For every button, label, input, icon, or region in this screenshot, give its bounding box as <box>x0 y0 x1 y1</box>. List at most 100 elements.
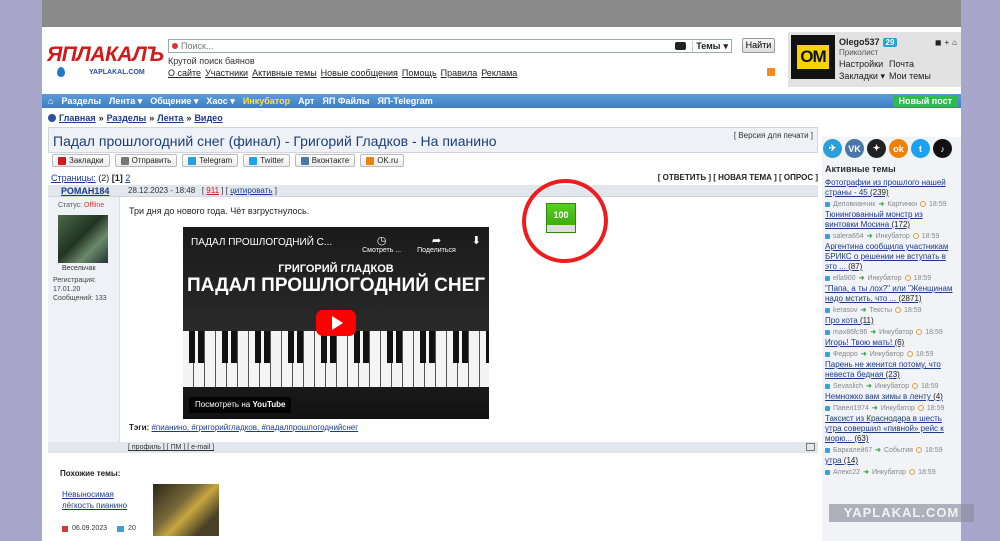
link-mail[interactable]: Почта <box>889 59 939 69</box>
topic-actions[interactable]: [ ОТВЕТИТЬ ] [ НОВАЯ ТЕМА ] [ ОПРОС ] <box>658 173 818 182</box>
crumb-sections[interactable]: Разделы <box>107 113 147 123</box>
link-bookmarks[interactable]: Закладки ▾ <box>839 71 889 82</box>
camera-icon[interactable] <box>675 42 687 50</box>
search-scope-select[interactable]: Темы ▾ <box>692 40 731 52</box>
nav-sections[interactable]: Разделы <box>61 96 101 106</box>
topic-user[interactable]: Федоро <box>833 351 858 358</box>
post-footer-links[interactable]: [ профиль ] [ ПМ ] [ e-mail ] <box>128 444 214 451</box>
topic-section[interactable]: Инкубатор <box>881 405 915 412</box>
site-logo[interactable]: ЯПЛАКАЛЪ YAPLAKAL.COM <box>47 43 164 77</box>
nav-chat[interactable]: Общение ▾ <box>150 96 198 107</box>
similar-topic-link[interactable]: Невыносимая лёгкость пианино <box>62 489 144 511</box>
print-version-link[interactable]: [ Версия для печати ] <box>734 131 813 140</box>
pages-label[interactable]: Страницы: <box>51 173 96 183</box>
topic-user[interactable]: Баркалей67 <box>833 447 872 454</box>
link-active-topics[interactable]: Активные темы <box>252 68 317 78</box>
avatar[interactable]: OM <box>791 35 835 79</box>
link-help[interactable]: Помощь <box>402 68 437 78</box>
topic-user[interactable]: max86fc96 <box>833 329 867 336</box>
link-rules[interactable]: Правила <box>441 68 478 78</box>
video-embed[interactable]: ПАДАЛ ПРОШЛОГОДНИЙ С... ◷ Смотреть ... ➦ П… <box>183 227 489 419</box>
username[interactable]: Olego537 29 <box>839 37 898 47</box>
share-ok-button[interactable]: OK.ru <box>360 154 405 167</box>
topic-link[interactable]: Про кота (11) <box>825 316 958 326</box>
link-new-messages[interactable]: Новые сообщения <box>321 68 398 78</box>
share-twitter-button[interactable]: Twitter <box>243 154 290 167</box>
topic-section[interactable]: Инкубатор <box>870 351 904 358</box>
search-input[interactable] <box>181 40 676 52</box>
topic-section[interactable]: Инкубатор <box>872 469 906 476</box>
home-icon[interactable]: ⌂ <box>952 38 957 47</box>
twitter-icon[interactable]: t <box>911 139 930 158</box>
share-send-button[interactable]: Отправить <box>114 154 178 167</box>
nav-telegram[interactable]: ЯП-Telegram <box>377 96 432 106</box>
topic-user[interactable]: Алекс22 <box>833 469 860 476</box>
topic-link[interactable]: утра (14) <box>825 456 958 466</box>
topic-link[interactable]: Парень не женится потому, что невеста бе… <box>825 360 958 380</box>
topic-section[interactable]: Тексты <box>869 307 892 314</box>
nav-feed[interactable]: Лента ▾ <box>109 96 142 107</box>
page-2-link[interactable]: 2 <box>125 173 130 183</box>
topic-user[interactable]: salera654 <box>833 233 864 240</box>
play-button[interactable] <box>316 310 356 336</box>
watch-later-button[interactable]: ◷ Смотреть ... <box>362 234 401 254</box>
topic-link[interactable]: Тюнингованный монстр из винтовки Мосина … <box>825 210 958 230</box>
video-download-button[interactable]: ⬇ <box>472 234 481 254</box>
topic-link[interactable]: Таксист из Краснодара в шесть утра совер… <box>825 414 958 444</box>
link-my-topics[interactable]: Мои темы <box>889 71 939 82</box>
watch-on-youtube-button[interactable]: Посмотреть на YouTube <box>189 397 292 413</box>
share-vk-button[interactable]: Вконтакте <box>294 154 356 167</box>
link-settings[interactable]: Настройки <box>839 59 889 69</box>
add-icon[interactable]: + <box>944 38 949 47</box>
find-button[interactable]: Найти <box>742 38 775 53</box>
nav-incubator[interactable]: Инкубатор <box>243 96 290 106</box>
tiktok-icon[interactable]: ♪ <box>933 139 952 158</box>
new-post-button[interactable]: Новый пост <box>892 95 958 107</box>
similar-topic-thumbnail[interactable] <box>153 484 219 536</box>
settings-icon[interactable]: ◼ <box>935 38 942 47</box>
crumb-feed[interactable]: Лента <box>157 113 183 123</box>
nav-chaos[interactable]: Хаос ▾ <box>206 96 234 107</box>
rss-icon[interactable] <box>767 68 775 76</box>
topic-user[interactable]: Sevaslich <box>833 383 863 390</box>
crumb-video[interactable]: Видео <box>194 113 222 123</box>
star-icon[interactable]: ✦ <box>867 139 886 158</box>
expand-icon[interactable] <box>806 443 815 451</box>
share-telegram-button[interactable]: Telegram <box>182 154 239 167</box>
topic-section[interactable]: Инкубатор <box>879 329 913 336</box>
topic-section[interactable]: Инкубатор <box>876 233 910 240</box>
topic-section[interactable]: Картинки <box>887 201 917 208</box>
topic-user[interactable]: kerasov <box>833 307 858 314</box>
topic-user[interactable]: Павел1974 <box>833 405 869 412</box>
video-title[interactable]: ПАДАЛ ПРОШЛОГОДНИЙ С... <box>191 237 332 248</box>
nav-art[interactable]: Арт <box>298 96 314 106</box>
video-share-button[interactable]: ➦ Поделиться <box>417 234 456 254</box>
author-stats: Регистрация: 17.01.20 Сообщений: 133 <box>53 276 119 303</box>
topic-section[interactable]: Инкубатор <box>875 383 909 390</box>
topic-link[interactable]: Немножко вам зимы в ленту (4) <box>825 392 958 402</box>
link-ads[interactable]: Реклама <box>481 68 517 78</box>
topic-link[interactable]: Фотографии из прошлого нашей страны - 45… <box>825 178 958 198</box>
tags-links[interactable]: #пианино, #григорийгладков, #падалпрошло… <box>151 423 358 432</box>
share-bookmarks-button[interactable]: Закладки <box>52 154 110 167</box>
post-number-link[interactable]: 911 <box>206 186 219 195</box>
link-members[interactable]: Участники <box>205 68 248 78</box>
topic-link[interactable]: "Папа, а ты лох?" или "Женщинам надо мст… <box>825 284 958 304</box>
topic-link[interactable]: Игорь! Твою мать! (6) <box>825 338 958 348</box>
crumb-home[interactable]: Главная <box>59 113 96 123</box>
topic-section[interactable]: Инкубатор <box>867 275 901 282</box>
quote-link[interactable]: цитировать <box>230 186 272 195</box>
author-avatar[interactable] <box>58 215 108 263</box>
home-icon[interactable]: ⌂ <box>48 96 53 106</box>
telegram-icon[interactable]: ✈ <box>823 139 842 158</box>
topic-user[interactable]: Деловианчик <box>833 201 875 208</box>
topic-section[interactable]: События <box>884 447 913 454</box>
topic-link[interactable]: Аргентина сообщила участникам БРИКС о ре… <box>825 242 958 272</box>
rating-badge[interactable]: 100 <box>546 203 576 233</box>
nav-files[interactable]: ЯП Файлы <box>322 96 369 106</box>
vk-icon[interactable]: VK <box>845 139 864 158</box>
topic-user[interactable]: ella900 <box>833 275 856 282</box>
ok-icon[interactable]: ok <box>889 139 908 158</box>
link-about[interactable]: О сайте <box>168 68 201 78</box>
post-author[interactable]: РОМАН184 <box>61 186 109 196</box>
